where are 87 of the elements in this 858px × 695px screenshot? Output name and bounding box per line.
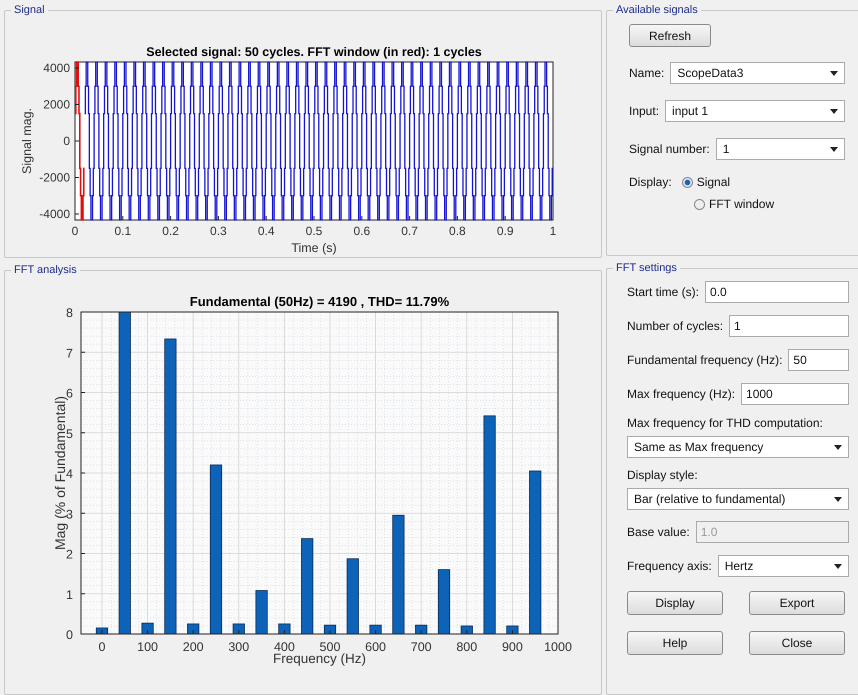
tick-label: 7 [66, 346, 73, 360]
field-label: Max frequency (Hz): [627, 387, 736, 401]
tick-label: 100 [137, 640, 158, 654]
field-label: Display: [629, 175, 672, 189]
field-label: Max frequency for THD computation: [627, 416, 824, 430]
field-label: Fundamental frequency (Hz): [627, 353, 782, 367]
axis-label: Frequency (Hz) [272, 651, 366, 666]
tick-label: 200 [182, 640, 204, 654]
tick-label: 0.5 [306, 224, 322, 238]
caret-icon [834, 496, 842, 502]
text-field[interactable]: 1000 [741, 383, 849, 405]
dropdown[interactable]: Same as Max frequency [627, 436, 849, 458]
tick-label: -4000 [39, 206, 70, 221]
tick-label: 5 [66, 426, 73, 441]
dropdown[interactable]: Bar (relative to fundamental) [627, 488, 849, 510]
bar [438, 569, 450, 634]
tick-label: 0.2 [162, 224, 179, 238]
panel-title: Signal [13, 4, 46, 16]
dialog-button[interactable]: Export [749, 591, 845, 615]
dialog-button[interactable]: Close [749, 631, 845, 655]
tick-label: 1 [550, 224, 556, 238]
caret-icon [830, 146, 838, 152]
bar [324, 624, 336, 634]
field-label: Number of cycles: [627, 319, 724, 333]
tick-label: 0.3 [210, 224, 227, 238]
tick-label: 4000 [43, 61, 70, 76]
field-label: Signal number: [629, 142, 710, 156]
tick-label: 600 [365, 640, 386, 654]
bar [370, 624, 382, 634]
tick-label: 400 [274, 640, 295, 654]
text-field[interactable]: 0.0 [705, 281, 849, 303]
text-field[interactable]: 1 [729, 315, 849, 337]
tick-label: 0.4 [258, 224, 275, 238]
field-label: Name: [629, 66, 664, 80]
text-field[interactable]: 50 [788, 349, 849, 371]
field-label: Display style: [627, 468, 699, 482]
caret-icon [830, 70, 838, 76]
axis-label: Signal mag. [20, 108, 34, 174]
dropdown[interactable]: 1 [716, 138, 845, 160]
field-label: Input: [629, 104, 660, 118]
tick-label: 0 [98, 640, 106, 654]
tick-label: 0.8 [449, 224, 466, 238]
panel-title: Available signals [615, 4, 699, 16]
field-label: Frequency axis: [627, 559, 712, 573]
field-label: Start time (s): [627, 285, 700, 299]
axis-label: Mag (% of Fundamental) [52, 396, 68, 550]
tick-label: 0 [63, 134, 70, 148]
bar [255, 590, 268, 634]
bar [141, 622, 154, 634]
refresh-button[interactable]: Refresh [629, 24, 711, 47]
tick-label: 0 [72, 224, 78, 238]
dialog-button[interactable]: Help [627, 631, 723, 655]
field-label: Base value: [627, 525, 690, 539]
caret-icon [830, 108, 838, 114]
caret-icon [834, 564, 842, 568]
radio-option[interactable]: Signal [682, 175, 730, 189]
tick-label: 3 [66, 507, 73, 522]
dialog-button[interactable]: Display [627, 591, 723, 615]
tick-label: -2000 [39, 170, 70, 184]
tick-label: 4 [66, 467, 73, 481]
dropdown[interactable]: input 1 [665, 100, 845, 122]
dropdown[interactable]: ScopeData3 [670, 62, 845, 84]
tick-label: 800 [456, 640, 478, 654]
tick-label: 1000 [544, 640, 572, 654]
tick-label: 2 [66, 548, 73, 562]
plot-title: Selected signal: 50 cycles. FFT window (in red): 1 cycles [146, 45, 482, 59]
tick-label: 6 [66, 386, 73, 400]
tick-label: 2000 [43, 98, 70, 112]
axis-label: Time (s) [291, 241, 337, 255]
panel-title: FFT settings [615, 262, 678, 274]
tick-label: 900 [502, 640, 523, 654]
bar [415, 624, 428, 634]
tick-label: 0.1 [114, 224, 132, 238]
caret-icon [834, 444, 842, 450]
tick-label: 8 [66, 306, 73, 320]
tick-label: 1 [66, 588, 73, 602]
radio-option[interactable]: FFT window [694, 197, 774, 211]
tick-label: 0.7 [401, 224, 418, 238]
tick-label: 700 [410, 640, 432, 654]
dropdown[interactable]: Hertz [718, 555, 849, 577]
tick-label: 500 [320, 640, 340, 654]
tick-label: 0.6 [353, 224, 370, 238]
chart-title: Fundamental (50Hz) = 4190 , THD= 11.79% [190, 294, 450, 309]
panel-title: FFT analysis [13, 264, 78, 276]
tick-label: 0.9 [496, 224, 514, 238]
tick-label: 300 [228, 640, 250, 654]
tick-label: 0 [66, 628, 73, 642]
